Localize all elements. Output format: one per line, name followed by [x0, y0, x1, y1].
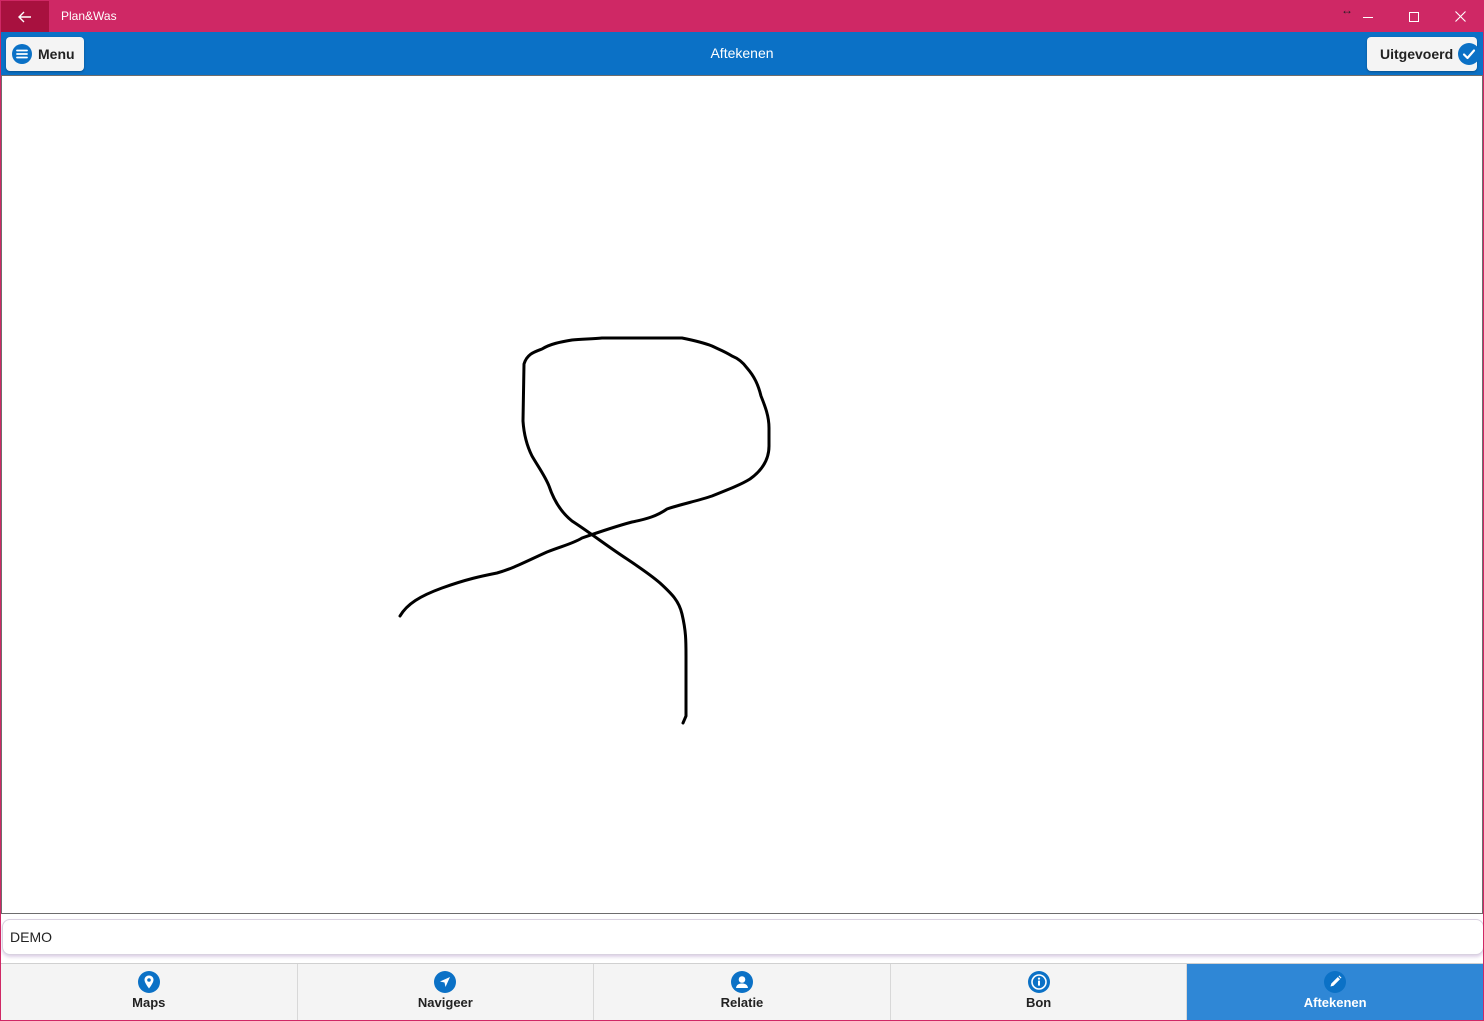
- back-button[interactable]: [1, 1, 49, 32]
- uitgevoerd-button[interactable]: Uitgevoerd: [1367, 37, 1481, 71]
- user-icon: [730, 971, 753, 993]
- menu-button[interactable]: Menu: [6, 37, 84, 71]
- tab-label: Aftekenen: [1303, 995, 1367, 1010]
- tab-label: Bon: [1025, 995, 1052, 1010]
- menu-label: Menu: [38, 46, 75, 62]
- arrow-left-icon: [18, 11, 32, 23]
- name-field: [2, 919, 1483, 955]
- tab-maps[interactable]: Maps: [1, 964, 298, 1020]
- info-icon: [1027, 971, 1050, 993]
- header-bar: Aftekenen Menu Uitgevoerd: [1, 32, 1483, 75]
- checkmark-icon: [1458, 43, 1481, 65]
- map-pin-icon: [137, 971, 160, 993]
- tab-relatie[interactable]: Relatie: [594, 964, 891, 1020]
- app-title: Plan&Was: [61, 9, 117, 23]
- navigate-icon: [434, 971, 457, 993]
- page-title: Aftekenen: [710, 45, 774, 61]
- hamburger-icon: [12, 44, 32, 64]
- app-window: Plan&Was ↔ Aftekenen Menu Uitgevoerd DEM…: [0, 0, 1484, 1021]
- tab-aftekenen[interactable]: Aftekenen: [1187, 964, 1483, 1020]
- close-button[interactable]: [1437, 1, 1483, 32]
- pencil-icon: [1324, 971, 1347, 993]
- maximize-icon: [1409, 11, 1419, 22]
- tab-label: Maps: [132, 995, 166, 1010]
- signature-stroke: [398, 336, 771, 725]
- tab-label: Relatie: [720, 995, 764, 1010]
- title-bar: Plan&Was ↔: [1, 1, 1483, 32]
- tab-navigeer[interactable]: Navigeer: [298, 964, 595, 1020]
- close-icon: [1454, 11, 1466, 22]
- signature-canvas[interactable]: [1, 75, 1483, 914]
- minimize-button[interactable]: [1345, 1, 1391, 32]
- tab-bon[interactable]: Bon: [891, 964, 1188, 1020]
- maximize-button[interactable]: [1391, 1, 1437, 32]
- name-input[interactable]: [10, 920, 1470, 954]
- uitgevoerd-label: Uitgevoerd: [1380, 46, 1454, 62]
- minimize-icon: [1363, 12, 1373, 22]
- bottom-nav: Maps Navigeer Relatie Bon Aftekenen: [1, 963, 1483, 1020]
- tab-label: Navigeer: [417, 995, 473, 1010]
